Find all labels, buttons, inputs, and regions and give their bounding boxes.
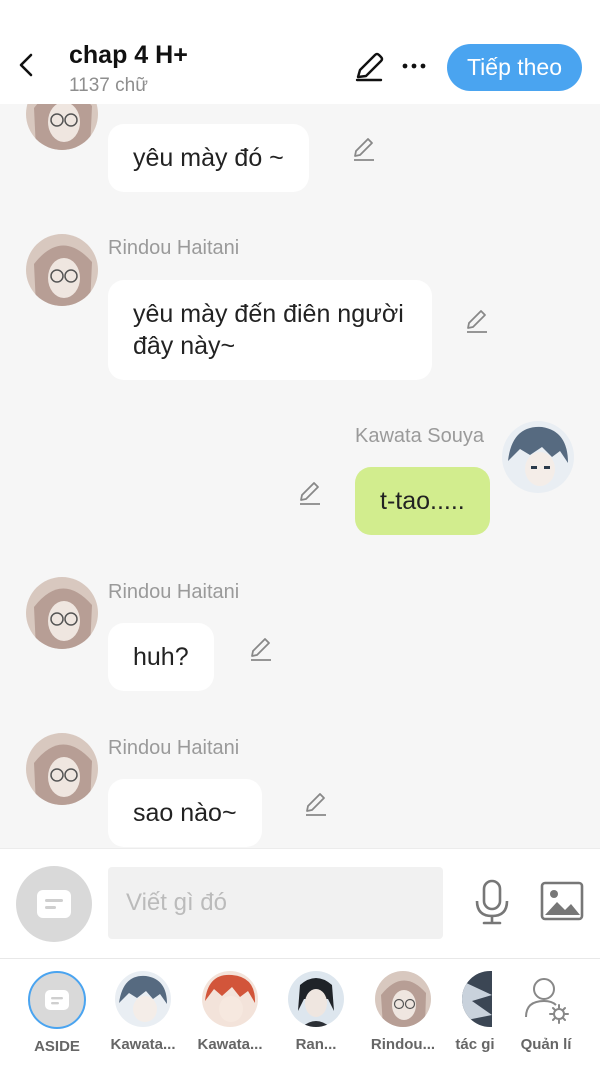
sender-name: Kawata Souya <box>355 425 484 447</box>
avatar <box>375 971 431 1027</box>
avatar <box>115 971 171 1027</box>
more-options-icon[interactable] <box>400 52 428 80</box>
message-bubble[interactable]: sao nào~ <box>108 779 262 847</box>
image-upload-icon[interactable] <box>540 881 584 921</box>
character-ran[interactable]: Ran... <box>276 971 356 1053</box>
avatar <box>288 971 344 1027</box>
avatar-kawata[interactable] <box>502 421 574 493</box>
edit-message-icon[interactable] <box>296 479 324 507</box>
manage-characters-button[interactable]: Quản lí <box>506 971 586 1053</box>
message-bubble[interactable]: yêu mày đó ~ <box>108 124 309 192</box>
avatar-rindou[interactable] <box>26 577 98 649</box>
message-input[interactable]: Viết gì đó <box>108 867 443 939</box>
character-label: Rindou... <box>370 1036 436 1053</box>
edit-pencil-icon[interactable] <box>352 50 386 84</box>
top-bar: chap 4 H+ 1137 chữ Tiếp theo <box>0 0 600 104</box>
word-count: 1137 chữ <box>69 75 148 96</box>
character-label: Kawata... <box>197 1036 263 1053</box>
message-bubble[interactable]: huh? <box>108 623 214 691</box>
character-kawata-souya[interactable]: Kawata... <box>103 971 183 1053</box>
back-arrow-icon[interactable] <box>14 52 40 78</box>
avatar <box>202 971 258 1027</box>
microphone-icon[interactable] <box>472 879 512 925</box>
character-aside[interactable]: ASIDE <box>17 971 97 1055</box>
avatar-rindou[interactable] <box>26 104 98 150</box>
character-label: Kawata... <box>110 1036 176 1053</box>
character-author[interactable]: tác gi <box>436 971 514 1053</box>
user-settings-icon <box>525 978 569 1024</box>
character-kawata-nahoya[interactable]: Kawata... <box>190 971 270 1053</box>
character-label: ASIDE <box>34 1038 80 1055</box>
aside-toggle-button[interactable] <box>16 866 92 942</box>
edit-message-icon[interactable] <box>247 635 275 663</box>
edit-message-icon[interactable] <box>302 790 330 818</box>
character-rindou[interactable]: Rindou... <box>363 971 443 1053</box>
avatar-rindou[interactable] <box>26 733 98 805</box>
message-bubble-own[interactable]: t-tao..... <box>355 467 490 535</box>
chapter-title: chap 4 H+ <box>69 41 188 69</box>
edit-message-icon[interactable] <box>463 307 491 335</box>
edit-message-icon[interactable] <box>350 135 378 163</box>
sender-name: Rindou Haitani <box>108 737 240 759</box>
character-label: Ran... <box>295 1036 337 1053</box>
aside-note-icon <box>37 890 71 918</box>
avatar-rindou[interactable] <box>26 234 98 306</box>
sender-name: Rindou Haitani <box>108 581 240 603</box>
aside-note-icon <box>28 971 86 1029</box>
message-composer: Viết gì đó <box>0 848 600 958</box>
sender-name: Rindou Haitani <box>108 237 240 259</box>
avatar <box>462 971 492 1027</box>
character-label: tác gi <box>455 1036 495 1053</box>
next-button[interactable]: Tiếp theo <box>447 44 582 91</box>
message-bubble[interactable]: yêu mày đến điên người đây này~ <box>108 280 432 380</box>
character-bar: ASIDE Kawata... Kawata... Ran... Rindou.… <box>0 958 600 1067</box>
character-label: Quản lí <box>520 1036 572 1053</box>
chat-area[interactable]: yêu mày đó ~ Rindou Haitani yêu mày đến … <box>0 104 600 848</box>
